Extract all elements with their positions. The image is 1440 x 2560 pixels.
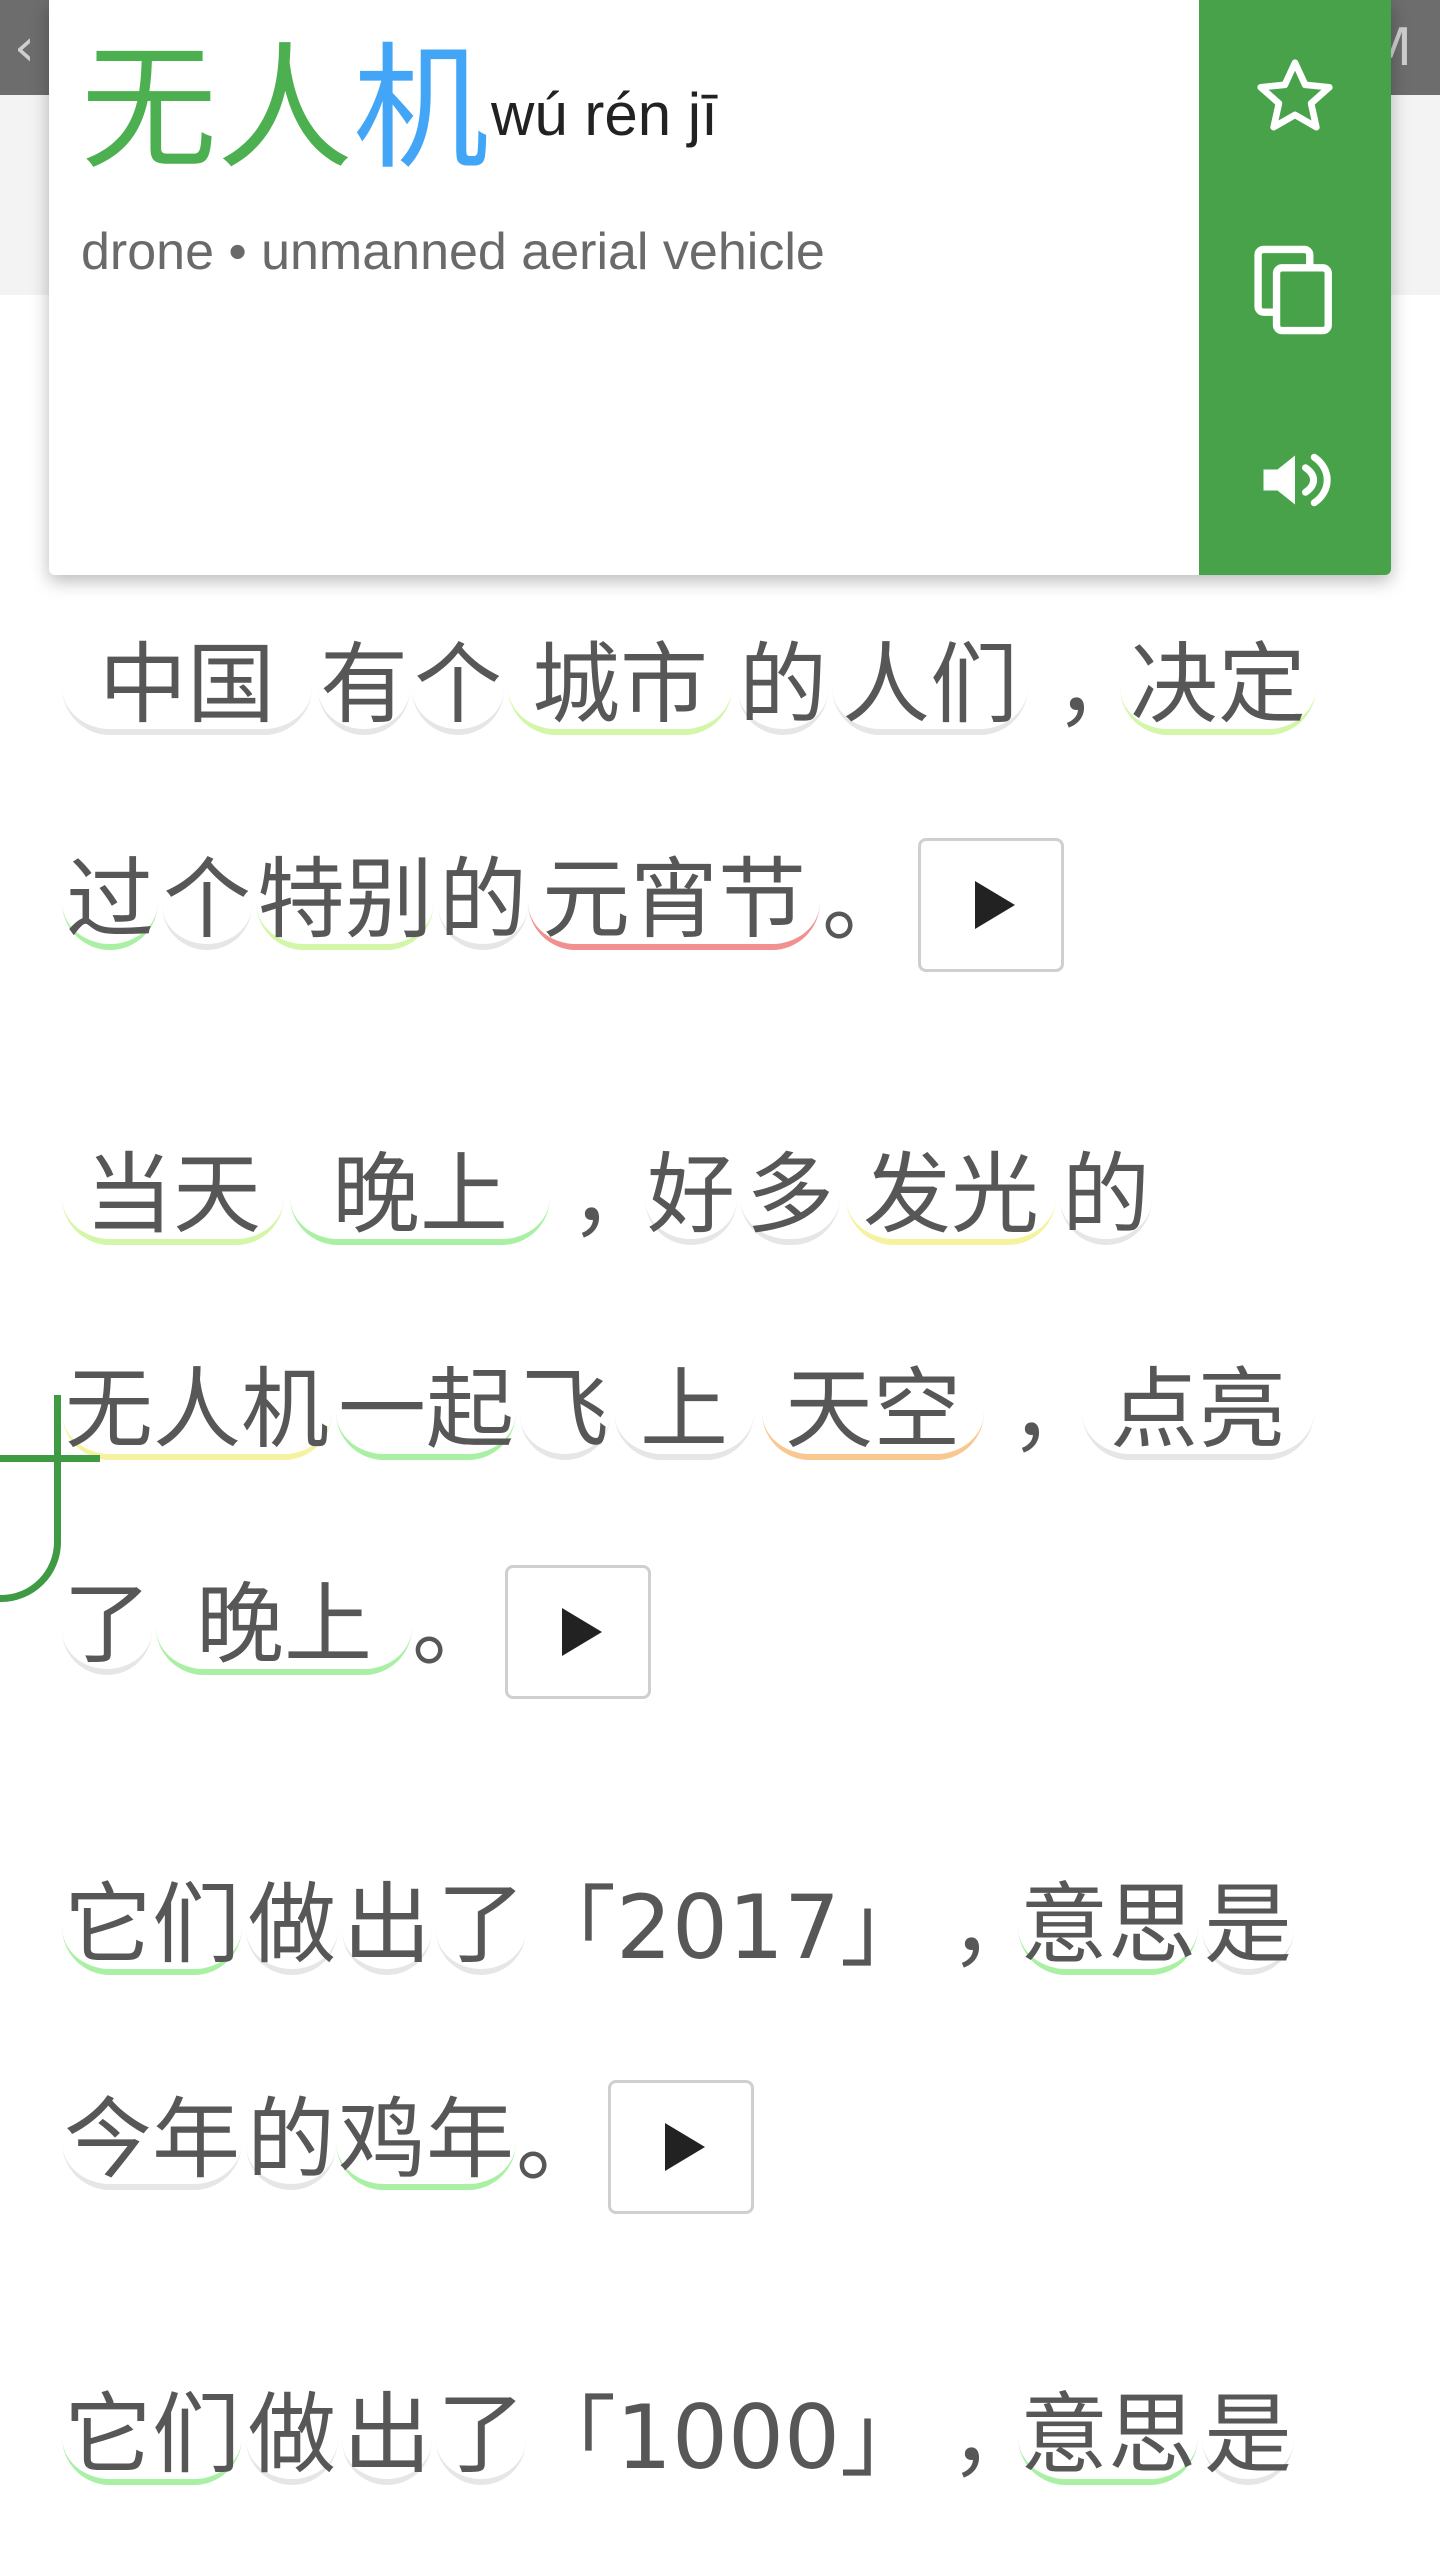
- word[interactable]: 晚上: [290, 1135, 550, 1246]
- word[interactable]: 的: [1060, 1135, 1152, 1246]
- punctuation: 。: [822, 850, 911, 954]
- word[interactable]: 的: [438, 840, 528, 951]
- word[interactable]: 今年: [62, 2080, 242, 2191]
- popup-actions: [1199, 0, 1391, 575]
- text-line: 无人机 一起 飞 上 天空 ， 点亮: [0, 1350, 1440, 1480]
- word[interactable]: 了: [436, 1865, 526, 1976]
- play-sentence-button[interactable]: [505, 1565, 651, 1699]
- headword-char: 人: [217, 31, 353, 189]
- play-icon: [665, 2123, 705, 2171]
- word[interactable]: 它们: [62, 2375, 242, 2486]
- word[interactable]: 的: [738, 625, 828, 736]
- headword-char: 无: [81, 31, 217, 189]
- play-icon: [562, 1608, 602, 1656]
- drawer-handle-bar: [0, 1455, 100, 1462]
- word[interactable]: 做: [246, 1865, 338, 1976]
- back-arrow-icon[interactable]: ‹: [14, 18, 35, 78]
- pinyin: wú rén jī: [491, 81, 718, 148]
- word[interactable]: 发光: [846, 1135, 1056, 1246]
- punctuation: 。: [412, 1575, 501, 1679]
- word[interactable]: 中国: [62, 625, 312, 736]
- speak-button[interactable]: [1199, 420, 1391, 540]
- text-line: 了 晚上 。: [0, 1565, 1440, 1699]
- word[interactable]: 做: [246, 2375, 338, 2486]
- word[interactable]: 点亮: [1082, 1350, 1314, 1461]
- word[interactable]: 是: [1202, 1865, 1294, 1976]
- copy-button[interactable]: [1199, 230, 1391, 350]
- word[interactable]: 决定: [1120, 625, 1316, 736]
- drawer-handle[interactable]: [0, 1395, 100, 1602]
- word[interactable]: 上: [614, 1350, 754, 1461]
- word[interactable]: 出: [342, 2375, 432, 2486]
- word[interactable]: 城市: [508, 625, 732, 736]
- word[interactable]: 个: [412, 625, 504, 736]
- text-line: 过 个 特别 的 元宵节 。: [0, 838, 1440, 972]
- word[interactable]: 意思: [1018, 1865, 1198, 1976]
- text-line: 它们 做 出 了 「2017」 ， 意思 是: [0, 1865, 1440, 1995]
- word[interactable]: 了: [62, 1565, 152, 1676]
- word[interactable]: 鸡年: [336, 2080, 516, 2191]
- text-line: 当天 晚上 ， 好 多 发光 的: [0, 1135, 1440, 1265]
- number-token: 「1000」: [528, 2385, 928, 2489]
- play-sentence-button[interactable]: [918, 838, 1064, 972]
- word[interactable]: 了: [436, 2375, 526, 2486]
- word[interactable]: 一起: [336, 1350, 516, 1461]
- copy-icon: [1254, 245, 1332, 335]
- word[interactable]: 元宵节: [528, 840, 820, 951]
- word[interactable]: 无人机: [62, 1350, 332, 1461]
- text-line: 它们 做 出 了 「1000」 ， 意思 是: [0, 2375, 1440, 2505]
- headword: 无人机: [81, 30, 489, 190]
- word[interactable]: 特别: [256, 840, 434, 951]
- word[interactable]: 有: [318, 625, 410, 736]
- play-icon: [975, 881, 1015, 929]
- word[interactable]: 过: [62, 840, 158, 951]
- star-icon: [1257, 59, 1333, 131]
- text-line: 中国 有 个 城市 的 人们 ， 决定: [0, 625, 1440, 755]
- speaker-icon: [1263, 453, 1331, 507]
- definition: drone • unmanned aerial vehicle: [81, 223, 825, 281]
- word[interactable]: 好: [645, 1135, 737, 1246]
- punctuation: 。: [516, 2090, 605, 2194]
- word[interactable]: 意思: [1018, 2375, 1198, 2486]
- word[interactable]: 多: [740, 1135, 840, 1246]
- word[interactable]: 的: [246, 2080, 336, 2191]
- word[interactable]: 它们: [62, 1865, 242, 1976]
- word[interactable]: 晚上: [156, 1565, 412, 1676]
- play-sentence-button[interactable]: [608, 2080, 754, 2214]
- word[interactable]: 个: [162, 840, 252, 951]
- word[interactable]: 天空: [762, 1350, 984, 1461]
- headword-char: 机: [353, 31, 489, 189]
- word[interactable]: 飞: [520, 1350, 610, 1461]
- word[interactable]: 当天: [62, 1135, 284, 1246]
- word[interactable]: 出: [342, 1865, 432, 1976]
- word[interactable]: 人们: [832, 625, 1028, 736]
- dictionary-popup: 无人机 wú rén jī drone • unmanned aerial ve…: [49, 0, 1391, 575]
- text-line: 今年 的 鸡年 。: [0, 2080, 1440, 2214]
- word[interactable]: 是: [1202, 2375, 1294, 2486]
- favorite-button[interactable]: [1199, 36, 1391, 156]
- number-token: 「2017」: [528, 1875, 928, 1979]
